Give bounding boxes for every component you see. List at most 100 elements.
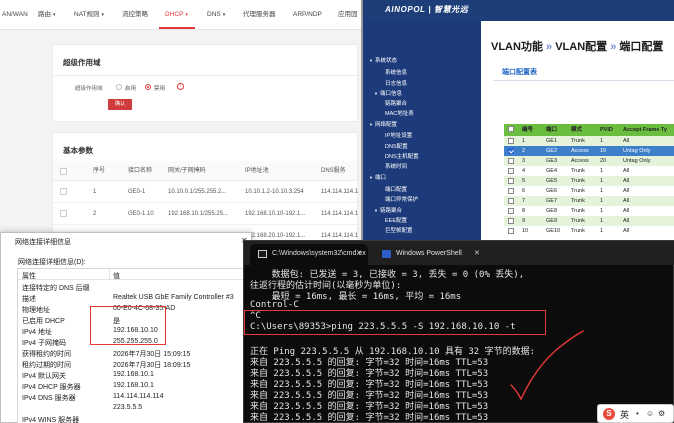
property-name: 已启用 DHCP <box>22 318 65 325</box>
row-checkbox[interactable] <box>508 148 514 154</box>
nav-item-nat-rules[interactable]: NAT规则 ▾ <box>74 0 104 30</box>
select-all-checkbox[interactable] <box>60 168 67 175</box>
table-row[interactable]: 1 GE0-1 10.10.0.1/255.255.2... 10.10.1.2… <box>53 181 358 203</box>
table-cell: 4 <box>522 168 526 174</box>
details-caption: 网络连接详细信息(D): <box>18 259 86 266</box>
sidebar-item-eee-config[interactable]: EEE配置 <box>385 216 407 224</box>
row-checkbox[interactable] <box>508 198 514 204</box>
table-cell: 8 <box>522 208 526 214</box>
sidebar-item-jumbo-frame[interactable]: 巨型帧配置 <box>385 226 413 234</box>
emoji-icon[interactable]: ☺ <box>646 409 654 418</box>
close-icon[interactable]: ✕ <box>474 249 480 257</box>
table-header: 序号 接口名称 网关/子网掩码 IP地址池 DNS服务 <box>53 161 357 181</box>
table-cell: Trunk <box>571 178 585 184</box>
row-checkbox[interactable] <box>508 228 514 234</box>
details-list[interactable]: 属性 值 连接特定的 DNS 后缀 描述 Realtek USB GbE Famil… <box>17 268 253 423</box>
sidebar-group-network-config[interactable]: ▼ 网络配置 <box>369 120 397 128</box>
sidebar-item-mac-table[interactable]: MAC地址表 <box>385 109 414 117</box>
port-table-row[interactable]: 7 GE7 Trunk 1 All <box>504 196 674 206</box>
property-value: 2026年7月30日 15:09:15 <box>113 351 191 358</box>
port-table-row[interactable]: 4 GE4 Trunk 1 All <box>504 166 674 176</box>
row-checkbox[interactable] <box>508 178 514 184</box>
dialog-title: 网络连接详细信息 <box>15 239 71 246</box>
confirm-button[interactable]: 确认 <box>108 99 132 110</box>
sidebar-item-port-protection[interactable]: 端口异常保护 <box>385 195 418 203</box>
sidebar-group-port[interactable]: ▼ 端口 <box>369 173 386 181</box>
tab-cmd[interactable]: C:\Windows\system32\cmd.ex ✕ <box>250 244 368 265</box>
sidebar-item-system-info[interactable]: 系统信息 <box>385 68 407 76</box>
enable-radio-label: 启用 <box>125 86 137 92</box>
sidebar-group-system-status[interactable]: ▼ 系统状态 <box>369 56 397 64</box>
sidebar-item-dns-host-config[interactable]: DNS主机配置 <box>385 152 419 160</box>
row-checkbox[interactable] <box>60 210 67 217</box>
punctuation-icon[interactable]: • <box>636 409 639 418</box>
port-table-row[interactable]: 9 GE9 Trunk 1 All <box>504 216 674 226</box>
row-checkbox[interactable] <box>508 188 514 194</box>
page-title: VLAN功能 » VLAN配置 » 端口配置 <box>491 41 664 53</box>
row-checkbox[interactable] <box>508 208 514 214</box>
sidebar-item-link-aggregation[interactable]: 链路聚合 <box>385 99 407 107</box>
table-cell: 1 <box>600 208 604 214</box>
property-name: IPv4 DNS 服务器 <box>22 395 76 402</box>
row-checkbox[interactable] <box>508 138 514 144</box>
tab-powershell[interactable]: Windows PowerShell ✕ <box>374 244 486 265</box>
triangle-icon: ▼ <box>369 58 373 63</box>
red-annotation-box <box>90 306 166 345</box>
port-table-row[interactable]: 10 GE10 Trunk 1 All <box>504 226 674 236</box>
port-table-row[interactable]: 8 GE8 Trunk 1 All <box>504 206 674 216</box>
row-checkbox[interactable] <box>60 188 67 195</box>
ime-language-toggle[interactable]: 英 <box>620 408 629 421</box>
table-cell: 1 <box>600 218 604 224</box>
nav-item-arp-ndp[interactable]: ARP/NDP <box>293 0 322 30</box>
details-list-header: 属性 值 <box>18 269 252 281</box>
settings-icon[interactable]: ⚙ <box>658 409 665 418</box>
switch-sidebar: ▼ 系统状态 系统信息 日志信息 ▼ 端口信息 链路聚合 MAC地址表 ▼ 网络配置 … <box>363 21 481 240</box>
nav-item-routing[interactable]: 路由 ▾ <box>38 0 56 30</box>
nav-item-flow-control[interactable]: 流控策略 <box>122 0 148 30</box>
port-table-row[interactable]: 3 GE3 Access 20 Untag Only <box>504 156 674 166</box>
sidebar-item-port-config[interactable]: 端口配置 <box>385 185 407 193</box>
nav-item-proxy-server[interactable]: 代理服务器 <box>243 0 276 30</box>
port-table-row[interactable]: 1 GE1 Trunk 1 All <box>504 136 674 146</box>
help-icon[interactable]: ! <box>177 83 184 90</box>
table-cell: 1 <box>600 178 604 184</box>
nav-item-lan-wan[interactable]: AN/WAN <box>2 0 28 30</box>
terminal-tab-bar: C:\Windows\system32\cmd.ex ✕ Windows Pow… <box>244 241 674 265</box>
port-table-header: 编号 端口 模式 PVID Accept Frame Ty <box>504 124 674 136</box>
nav-item-app-firewall[interactable]: 应用固 <box>338 0 358 30</box>
port-table-row[interactable]: 5 GE5 Trunk 1 All <box>504 176 674 186</box>
disable-radio[interactable] <box>145 84 151 90</box>
row-checkbox[interactable] <box>508 218 514 224</box>
property-name: 获得租约的时间 <box>22 351 71 358</box>
row-checkbox[interactable] <box>508 168 514 174</box>
sidebar-group-link-aggregation[interactable]: ▼ 链路聚合 <box>374 206 402 214</box>
port-table-row[interactable]: 2 GE2 Access 10 Untag Only <box>504 146 674 156</box>
panel-title: 超级作用域 <box>63 58 101 67</box>
property-name: IPv4 DHCP 服务器 <box>22 384 81 391</box>
table-cell: All <box>623 228 630 234</box>
select-all-checkbox[interactable] <box>508 126 514 132</box>
enable-radio[interactable] <box>116 84 122 90</box>
sidebar-group-port-info[interactable]: ▼ 端口信息 <box>374 89 402 97</box>
nav-item-dns[interactable]: DNS ▾ <box>207 0 225 30</box>
close-icon[interactable]: ✕ <box>356 249 362 257</box>
sogou-logo[interactable]: S <box>603 408 615 420</box>
column-divider[interactable] <box>109 269 110 280</box>
sidebar-item-log-info[interactable]: 日志信息 <box>385 79 407 87</box>
table-row[interactable]: 2 GE0-1.10 192.168.10.1/255.25... 192.16… <box>53 203 358 225</box>
column-header: Accept Frame Ty <box>623 127 667 133</box>
property-value: 192.168.10.1 <box>113 382 154 389</box>
property-name: 物理地址 <box>22 307 50 314</box>
port-table-row[interactable]: 6 GE6 Trunk 1 All <box>504 186 674 196</box>
nav-item-dhcp[interactable]: DHCP ▾ <box>165 0 188 30</box>
sidebar-item-dns-config[interactable]: DNS配置 <box>385 142 408 150</box>
sidebar-item-system-time[interactable]: 系统时间 <box>385 162 407 170</box>
sidebar-item-ip-settings[interactable]: IP地址设置 <box>385 131 412 139</box>
property-value: 223.5.5.5 <box>113 404 143 411</box>
column-header-value[interactable]: 值 <box>113 271 120 281</box>
row-checkbox[interactable] <box>508 158 514 164</box>
table-cell: 10 <box>522 228 529 234</box>
table-cell: Trunk <box>571 168 585 174</box>
column-header-property[interactable]: 属性 <box>22 271 36 281</box>
table-cell: GE8 <box>546 208 558 214</box>
